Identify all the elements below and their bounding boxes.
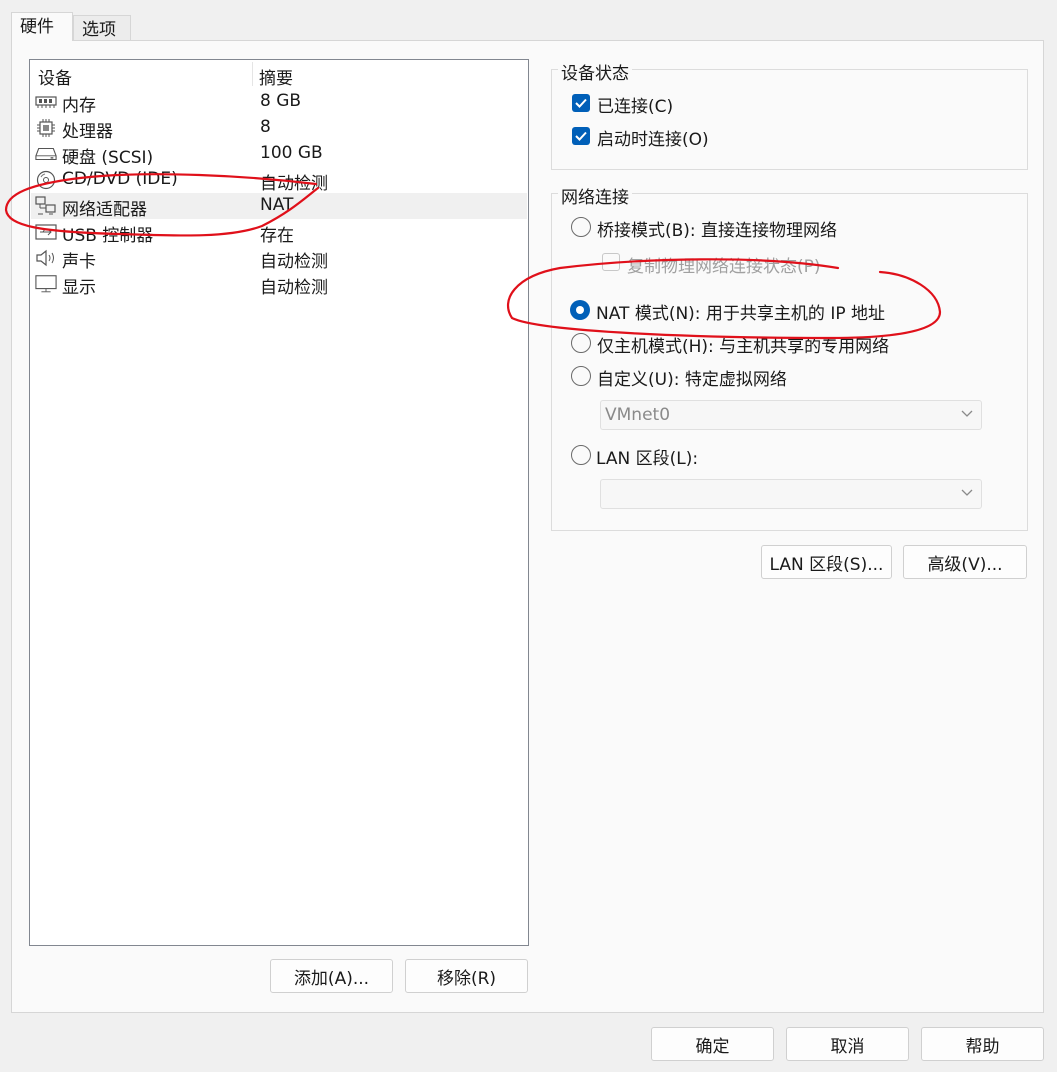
connect-at-power-on-checkbox[interactable]: [572, 127, 590, 145]
add-device-button[interactable]: 添加(A)...: [270, 959, 393, 993]
memory-icon: [35, 93, 57, 111]
device-row-memory[interactable]: 内存 8 GB: [31, 89, 527, 116]
device-name: 处理器: [62, 122, 113, 142]
cd-dvd-icon: [35, 170, 57, 190]
custom-label[interactable]: 自定义(U): 特定虚拟网络: [597, 365, 787, 390]
device-name: 硬盘 (SCSI): [62, 148, 154, 168]
device-summary: 自动检测: [260, 252, 328, 272]
device-summary: 8 GB: [260, 91, 302, 111]
device-name: 内存: [62, 96, 96, 116]
device-status-title: 设备状态: [558, 59, 632, 84]
monitor-icon: [35, 275, 57, 293]
network-connection-title: 网络连接: [558, 183, 632, 208]
checkmark-icon: [575, 131, 587, 141]
bridged-label[interactable]: 桥接模式(B): 直接连接物理网络: [597, 216, 837, 241]
processor-icon: [35, 119, 57, 137]
device-row-display[interactable]: 显示 自动检测: [31, 271, 527, 298]
device-summary: NAT: [260, 195, 294, 215]
device-summary: 自动检测: [260, 278, 328, 298]
device-status-group: [551, 69, 1028, 170]
device-summary: 自动检测: [260, 174, 328, 194]
device-name: 网络适配器: [62, 200, 147, 220]
bridged-radio[interactable]: [571, 217, 591, 237]
device-row-processor[interactable]: 处理器 8: [31, 115, 527, 142]
column-header-device[interactable]: 设备: [38, 64, 72, 89]
hard-disk-icon: [35, 145, 57, 163]
lan-segment-radio[interactable]: [571, 445, 591, 465]
device-summary: 100 GB: [260, 143, 323, 163]
nat-label[interactable]: NAT 模式(N): 用于共享主机的 IP 地址: [596, 299, 885, 324]
tab-options[interactable]: 选项: [73, 15, 131, 41]
speaker-icon: [35, 249, 57, 267]
network-adapter-icon: [35, 196, 57, 215]
device-name: USB 控制器: [62, 226, 154, 246]
column-divider[interactable]: [252, 62, 253, 86]
host-only-label[interactable]: 仅主机模式(H): 与主机共享的专用网络: [597, 332, 889, 357]
checkmark-icon: [575, 98, 587, 108]
help-button[interactable]: 帮助: [921, 1027, 1044, 1061]
tab-hardware[interactable]: 硬件: [11, 12, 73, 41]
remove-device-button[interactable]: 移除(R): [405, 959, 528, 993]
cancel-button[interactable]: 取消: [786, 1027, 909, 1061]
lan-segment-label[interactable]: LAN 区段(L):: [596, 444, 698, 469]
device-name: CD/DVD (IDE): [62, 169, 178, 189]
device-summary: 8: [260, 117, 271, 137]
device-row-hard-disk[interactable]: 硬盘 (SCSI) 100 GB: [31, 141, 527, 168]
device-row-network-adapter[interactable]: 网络适配器 NAT: [31, 193, 527, 220]
replicate-state-checkbox[interactable]: [602, 253, 620, 271]
advanced-button[interactable]: 高级(V)...: [903, 545, 1027, 579]
ok-button[interactable]: 确定: [651, 1027, 774, 1061]
device-list[interactable]: 设备 摘要 内存 8 GB 处理器 8 硬盘 (SCSI) 100 GB CD/…: [29, 59, 529, 946]
connect-at-power-on-label[interactable]: 启动时连接(O): [597, 125, 709, 150]
lan-segments-button[interactable]: LAN 区段(S)...: [761, 545, 892, 579]
replicate-state-label[interactable]: 复制物理网络连接状态(P): [627, 252, 821, 277]
host-only-radio[interactable]: [571, 333, 591, 353]
device-row-sound-card[interactable]: 声卡 自动检测: [31, 245, 527, 272]
lan-segment-select[interactable]: [600, 479, 982, 509]
chevron-down-icon: [961, 489, 973, 496]
device-row-cd-dvd[interactable]: CD/DVD (IDE) 自动检测: [31, 167, 527, 194]
column-header-summary[interactable]: 摘要: [259, 64, 293, 89]
device-row-usb-controller[interactable]: USB 控制器 存在: [31, 219, 527, 246]
device-name: 显示: [62, 278, 96, 298]
usb-icon: [35, 223, 57, 241]
custom-radio[interactable]: [571, 366, 591, 386]
custom-network-select[interactable]: VMnet0: [600, 400, 982, 430]
nat-radio[interactable]: [570, 300, 590, 320]
device-name: 声卡: [62, 252, 96, 272]
chevron-down-icon: [961, 410, 973, 417]
custom-network-value: VMnet0: [605, 405, 671, 425]
device-summary: 存在: [260, 226, 294, 246]
connected-checkbox[interactable]: [572, 94, 590, 112]
connected-label[interactable]: 已连接(C): [597, 92, 673, 117]
